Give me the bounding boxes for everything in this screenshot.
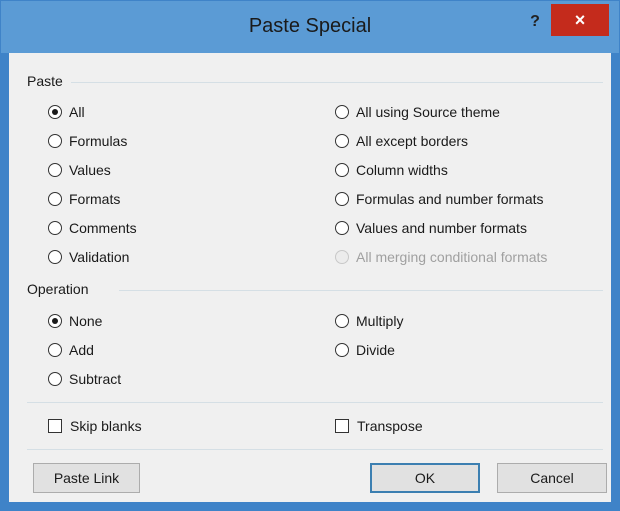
- radio-dot: [48, 314, 62, 328]
- transpose-checkbox[interactable]: Transpose: [335, 418, 423, 434]
- checkbox-box: [48, 419, 62, 433]
- radio-dot: [335, 343, 349, 357]
- radio-dot: [335, 163, 349, 177]
- radio-dot: [48, 372, 62, 386]
- radio-values[interactable]: Values: [48, 162, 111, 178]
- radio-dot: [335, 105, 349, 119]
- operation-group-label: Operation: [27, 281, 89, 297]
- radio-label: Formats: [69, 191, 121, 207]
- skip-blanks-checkbox[interactable]: Skip blanks: [48, 418, 142, 434]
- buttons-separator: [27, 449, 603, 450]
- radio-all-using-source-theme[interactable]: All using Source theme: [335, 104, 500, 120]
- radio-label: All: [69, 104, 85, 120]
- paste-link-button[interactable]: Paste Link: [33, 463, 140, 493]
- radio-dot: [48, 343, 62, 357]
- radio-label: Values and number formats: [356, 220, 527, 236]
- radio-none[interactable]: None: [48, 313, 102, 329]
- checkbox-box: [335, 419, 349, 433]
- close-button[interactable]: ×: [551, 4, 609, 36]
- radio-dot: [335, 134, 349, 148]
- ok-button[interactable]: OK: [370, 463, 480, 493]
- radio-all[interactable]: All: [48, 104, 85, 120]
- radio-label: Add: [69, 342, 94, 358]
- radio-label: Divide: [356, 342, 395, 358]
- radio-divide[interactable]: Divide: [335, 342, 395, 358]
- radio-all-merging-conditional-formats: All merging conditional formats: [335, 249, 547, 265]
- checkbox-label: Skip blanks: [70, 418, 142, 434]
- radio-formulas[interactable]: Formulas: [48, 133, 127, 149]
- radio-column-widths[interactable]: Column widths: [335, 162, 448, 178]
- cancel-button[interactable]: Cancel: [497, 463, 607, 493]
- title-bar: Paste Special ? ×: [1, 1, 619, 53]
- radio-label: Column widths: [356, 162, 448, 178]
- radio-label: Values: [69, 162, 111, 178]
- radio-multiply[interactable]: Multiply: [335, 313, 403, 329]
- radio-comments[interactable]: Comments: [48, 220, 137, 236]
- radio-dot: [335, 250, 349, 264]
- radio-label: Comments: [69, 220, 137, 236]
- radio-label: Formulas: [69, 133, 128, 149]
- operation-group-line: [119, 290, 603, 291]
- radio-dot: [48, 134, 62, 148]
- radio-dot: [48, 192, 62, 206]
- radio-label: Formulas and number formats: [356, 191, 544, 207]
- paste-special-dialog: Paste Special ? × Paste All Formulas Val…: [0, 0, 620, 511]
- radio-dot: [48, 221, 62, 235]
- radio-label: All using Source theme: [356, 104, 500, 120]
- radio-validation[interactable]: Validation: [48, 249, 129, 265]
- radio-label: All except borders: [356, 133, 469, 149]
- radio-formats[interactable]: Formats: [48, 191, 120, 207]
- radio-all-except-borders[interactable]: All except borders: [335, 133, 468, 149]
- radio-dot: [48, 163, 62, 177]
- radio-dot: [48, 105, 62, 119]
- radio-formulas-and-number-formats[interactable]: Formulas and number formats: [335, 191, 544, 207]
- radio-dot: [335, 221, 349, 235]
- options-separator: [27, 402, 603, 403]
- radio-values-and-number-formats[interactable]: Values and number formats: [335, 220, 527, 236]
- radio-label: Validation: [69, 249, 130, 265]
- radio-dot: [335, 192, 349, 206]
- radio-subtract[interactable]: Subtract: [48, 371, 121, 387]
- radio-label: None: [69, 313, 103, 329]
- radio-label: Subtract: [69, 371, 122, 387]
- radio-add[interactable]: Add: [48, 342, 94, 358]
- dialog-body: Paste All Formulas Values Formats Commen…: [9, 53, 611, 502]
- paste-group-line: [71, 82, 603, 83]
- paste-group-label: Paste: [27, 73, 63, 89]
- radio-dot: [335, 314, 349, 328]
- radio-dot: [48, 250, 62, 264]
- radio-label: All merging conditional formats: [356, 249, 548, 265]
- checkbox-label: Transpose: [357, 418, 423, 434]
- radio-label: Multiply: [356, 313, 404, 329]
- help-button[interactable]: ?: [518, 7, 552, 37]
